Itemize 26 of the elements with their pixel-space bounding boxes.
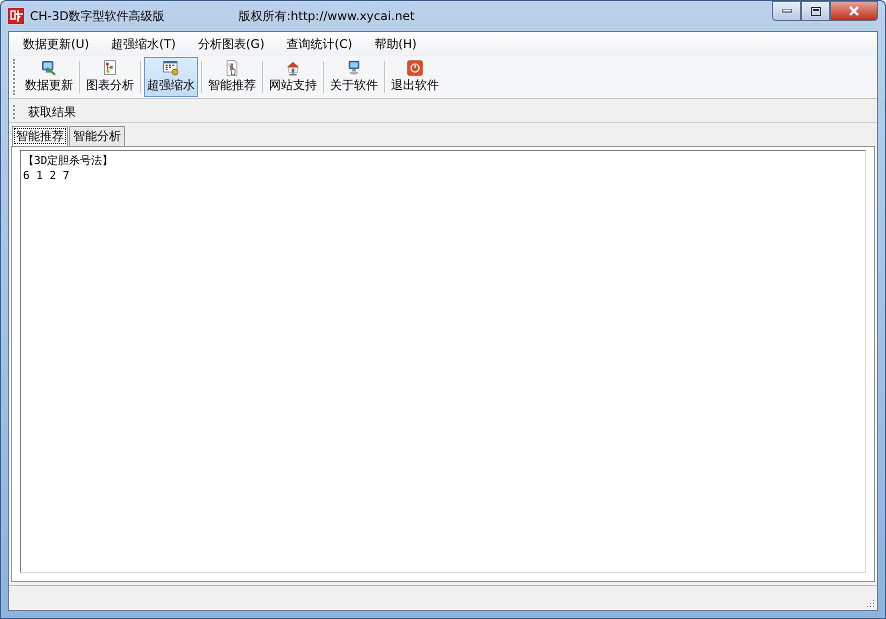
- close-button[interactable]: [830, 1, 878, 21]
- tab[interactable]: 智能分析: [69, 126, 125, 146]
- toolbar-button[interactable]: 超强缩水: [144, 57, 198, 97]
- toolbar-button[interactable]: 智能推荐: [205, 57, 259, 97]
- maximize-button[interactable]: [801, 1, 830, 21]
- window-title: CH-3D数字型软件高级版: [30, 8, 165, 24]
- menu-item[interactable]: 帮助(H): [366, 34, 425, 54]
- maximize-icon: [810, 6, 820, 16]
- menu-item[interactable]: 分析图表(G): [190, 34, 273, 54]
- resize-grip-icon[interactable]: [865, 598, 875, 608]
- copyright-text: 版权所有:http://www.xycai.net: [238, 8, 415, 24]
- output-textarea[interactable]: 【3D定胆杀号法】 6 1 2 7: [20, 150, 866, 573]
- minimize-button[interactable]: [772, 1, 801, 21]
- toolbar-button[interactable]: 退出软件: [388, 57, 442, 97]
- toolbar-button[interactable]: 获取结果: [22, 102, 82, 122]
- close-icon: [848, 6, 860, 16]
- app-icon: [8, 8, 24, 24]
- menu-item[interactable]: 超强缩水(T): [103, 34, 184, 54]
- menu-item[interactable]: 数据更新(U): [15, 34, 98, 54]
- tab[interactable]: 智能推荐: [12, 126, 68, 146]
- toolbar-button[interactable]: 数据更新: [22, 57, 76, 97]
- minimize-icon: [782, 9, 792, 13]
- toolbar-button[interactable]: 图表分析: [83, 57, 137, 97]
- toolbar-button[interactable]: 关于软件: [327, 57, 381, 97]
- menu-item[interactable]: 查询统计(C): [278, 34, 360, 54]
- toolbar-button[interactable]: 网站支持: [266, 57, 320, 97]
